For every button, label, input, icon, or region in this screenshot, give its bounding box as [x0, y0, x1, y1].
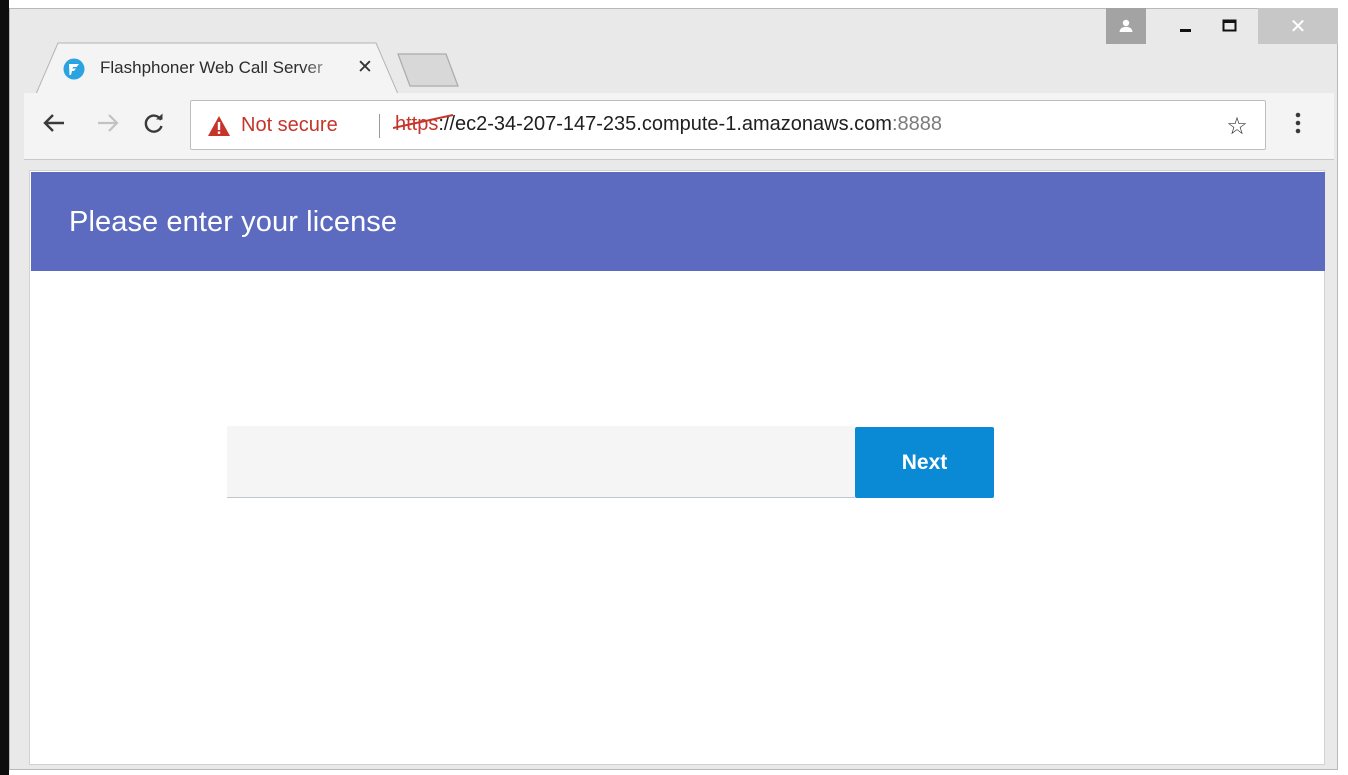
star-icon: ☆ — [1226, 112, 1248, 140]
url-port: :8888 — [891, 113, 942, 135]
url-scheme: https — [393, 113, 454, 135]
security-status-label[interactable]: Not secure — [241, 114, 338, 137]
url-text[interactable]: https://ec2-34-207-147-235.compute-1.ama… — [393, 113, 942, 136]
kebab-menu-icon — [1295, 112, 1301, 134]
flashphoner-logo-icon — [63, 58, 85, 80]
maximize-icon — [1222, 19, 1237, 32]
browser-toolbar: Not secure https://ec2-34-207-147-235.co… — [24, 93, 1334, 160]
maximize-button[interactable] — [1212, 8, 1248, 44]
profile-button[interactable] — [1106, 8, 1146, 44]
back-arrow-icon — [43, 114, 64, 132]
minimize-button[interactable] — [1168, 8, 1204, 44]
tab-close-icon[interactable]: ✕ — [354, 56, 376, 80]
window-close-button[interactable]: ✕ — [1258, 8, 1338, 44]
browser-tab[interactable]: Flashphoner Web Call Server ✕ — [36, 42, 398, 94]
tab-title: Flashphoner Web Call Server — [100, 58, 323, 77]
omnibox-divider — [379, 114, 380, 138]
back-button[interactable] — [36, 105, 72, 141]
warning-icon[interactable] — [207, 115, 231, 137]
strikethrough-icon — [393, 114, 454, 129]
user-icon — [1119, 19, 1133, 32]
page-content: Please enter your license Next — [29, 170, 1325, 765]
next-button[interactable]: Next — [855, 427, 994, 498]
url-host: ://ec2-34-207-147-235.compute-1.amazonaw… — [438, 113, 892, 135]
bookmark-star-button[interactable]: ☆ — [1219, 110, 1255, 142]
close-icon: ✕ — [1289, 15, 1307, 38]
page-header: Please enter your license — [31, 172, 1325, 271]
license-input[interactable] — [227, 426, 855, 498]
reload-button[interactable] — [136, 105, 172, 141]
desktop-edge — [0, 0, 9, 775]
minimize-icon — [1180, 29, 1191, 32]
address-bar[interactable]: Not secure https://ec2-34-207-147-235.co… — [190, 100, 1266, 150]
page-title: Please enter your license — [69, 206, 398, 238]
forward-button[interactable] — [90, 105, 126, 141]
reload-icon — [144, 113, 163, 133]
browser-menu-button[interactable] — [1280, 105, 1316, 141]
forward-arrow-icon — [98, 114, 119, 132]
new-tab-button[interactable] — [396, 50, 464, 88]
